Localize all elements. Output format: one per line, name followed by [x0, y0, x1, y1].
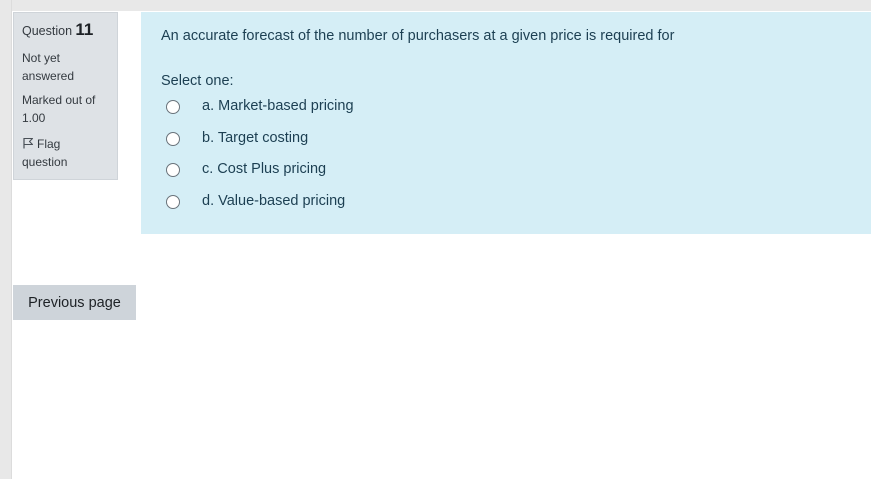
- question-content: An accurate forecast of the number of pu…: [141, 12, 871, 234]
- page-left-border: [0, 0, 12, 479]
- answer-option-d[interactable]: d. Value-based pricing: [166, 191, 466, 213]
- question-grade: Marked out of 1.00: [22, 93, 96, 125]
- flag-question-link[interactable]: Flag question: [22, 135, 109, 171]
- flag-icon: [22, 136, 34, 149]
- question-number: 11: [75, 20, 94, 39]
- question-label: Question: [22, 24, 73, 38]
- radio-button[interactable]: [166, 195, 180, 209]
- radio-button[interactable]: [166, 163, 180, 177]
- answer-label: c. Cost Plus pricing: [202, 161, 327, 177]
- question-info-panel: Question 11 Not yet answered Marked out …: [13, 12, 118, 180]
- question-heading: Question 11: [22, 21, 109, 40]
- radio-button[interactable]: [166, 132, 180, 146]
- answer-label: b. Target costing: [202, 130, 309, 146]
- previous-page-button[interactable]: Previous page: [13, 285, 136, 320]
- question-text: An accurate forecast of the number of pu…: [161, 28, 675, 44]
- answer-option-c[interactable]: c. Cost Plus pricing: [166, 159, 466, 181]
- answer-label: d. Value-based pricing: [202, 193, 346, 209]
- question-state: Not yet answered: [22, 51, 75, 83]
- answer-option-b[interactable]: b. Target costing: [166, 128, 466, 150]
- answer-option-a[interactable]: a. Market-based pricing: [166, 96, 466, 118]
- select-one-prompt: Select one:: [161, 73, 234, 89]
- page-top-border: [0, 0, 871, 11]
- answer-label: a. Market-based pricing: [202, 98, 354, 114]
- radio-button[interactable]: [166, 100, 180, 114]
